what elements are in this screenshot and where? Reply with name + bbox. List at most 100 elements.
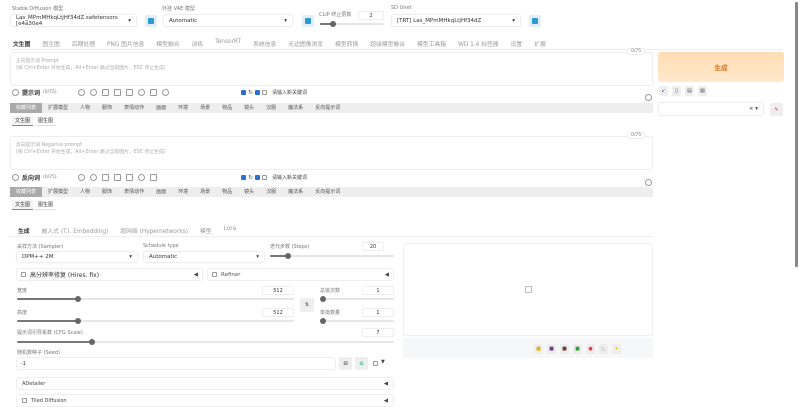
refresh-icon[interactable]: ↻: [248, 175, 253, 181]
sub-tab[interactable]: 图生图: [35, 200, 57, 210]
history-icon[interactable]: [125, 174, 133, 181]
keyword-input[interactable]: 请输入新关键词: [272, 89, 307, 96]
category-tab[interactable]: 魔法系: [282, 187, 309, 197]
checkbox[interactable]: [22, 398, 27, 403]
schedule-dropdown[interactable]: Automatic ▾: [143, 251, 265, 263]
paste-icon[interactable]: [113, 89, 121, 96]
param-tab[interactable]: 嵌入式 (T.I. Embedding): [36, 226, 115, 235]
translate-icon[interactable]: [89, 174, 97, 181]
send-to-extras-icon[interactable]: ◺: [599, 344, 608, 354]
cfg-input[interactable]: 7: [362, 328, 394, 337]
checkbox[interactable]: [254, 175, 260, 180]
extra-seed-checkbox[interactable]: [373, 361, 378, 366]
tiled-diffusion-accordion[interactable]: Tiled Diffusion ◀: [16, 394, 394, 407]
settings-icon[interactable]: [77, 174, 85, 181]
clear-icon[interactable]: × ▾: [749, 106, 758, 112]
category-tab[interactable]: 表情动作: [118, 187, 150, 197]
read-params-icon[interactable]: ▧: [698, 86, 707, 96]
clipboard-icon[interactable]: ▯: [672, 86, 681, 96]
tab-10[interactable]: 超级模型融合: [364, 39, 411, 49]
tab-14[interactable]: 扩展: [528, 39, 552, 49]
width-slider[interactable]: [17, 296, 294, 302]
category-tab[interactable]: 服饰: [96, 103, 118, 113]
tab-5[interactable]: 训练: [186, 39, 210, 49]
checkbox[interactable]: [254, 90, 260, 95]
edit-style-icon[interactable]: ✎: [770, 103, 783, 116]
random-seed-button[interactable]: ⚄: [339, 357, 352, 370]
category-tab[interactable]: 环境: [172, 187, 194, 197]
favorite-icon[interactable]: [137, 174, 145, 181]
batch-size-slider[interactable]: [320, 318, 394, 324]
category-tab[interactable]: 物品: [216, 187, 238, 197]
category-tab[interactable]: 镜头: [238, 187, 260, 197]
folder-icon[interactable]: ■: [534, 344, 543, 354]
width-input[interactable]: 512: [262, 286, 294, 295]
collapse-icon[interactable]: [12, 89, 19, 96]
category-tab[interactable]: 反向提示词: [309, 103, 346, 113]
refiner-accordion[interactable]: Refiner ◀: [207, 268, 394, 281]
trash-icon[interactable]: [149, 174, 157, 181]
hires-fix-accordion[interactable]: 高分辨率修复 (Hires. fix) ◀: [16, 268, 203, 281]
copy-icon[interactable]: [101, 89, 109, 96]
batch-size-input[interactable]: 1: [362, 308, 394, 317]
category-tab[interactable]: 画面: [150, 187, 172, 197]
keyword-input[interactable]: 请输入新关键词: [272, 174, 307, 181]
category-tab[interactable]: 场景: [194, 103, 216, 113]
trash-icon[interactable]: [149, 89, 157, 96]
batch-count-input[interactable]: 1: [362, 286, 394, 295]
batch-count-slider[interactable]: [320, 296, 394, 302]
category-tab[interactable]: 收藏列表: [10, 187, 43, 197]
vae-dropdown[interactable]: Automatic ▾: [163, 14, 293, 27]
refresh-vae-button[interactable]: [302, 15, 314, 27]
cfg-slider[interactable]: [17, 339, 394, 345]
gear-icon[interactable]: [161, 89, 169, 96]
zip-icon[interactable]: ■: [560, 344, 569, 354]
scrollbar[interactable]: [795, 2, 798, 267]
steps-input[interactable]: 20: [362, 242, 384, 251]
adetailer-accordion[interactable]: ADetailer ◀: [16, 377, 394, 390]
tab-11[interactable]: 模型工具箱: [411, 39, 452, 49]
tab-7[interactable]: 系统信息: [247, 39, 282, 49]
tab-9[interactable]: 模型转换: [329, 39, 364, 49]
hires-checkbox[interactable]: [21, 272, 26, 277]
send-to-inpaint-icon[interactable]: ●: [586, 344, 595, 354]
category-tab[interactable]: 镜头: [238, 103, 260, 113]
expand-icon[interactable]: [645, 94, 652, 101]
sub-tab[interactable]: 文生图: [12, 200, 34, 210]
refiner-checkbox[interactable]: [212, 272, 217, 277]
sd-model-dropdown[interactable]: Las_MPmMHkqLtjHf34dZ.safetensors [e4a30e…: [10, 14, 137, 27]
tab-13[interactable]: 设置: [505, 39, 529, 49]
apply-style-icon[interactable]: ↙: [659, 86, 668, 96]
trash-icon[interactable]: ▤: [685, 86, 694, 96]
history-icon[interactable]: [125, 89, 133, 96]
refresh-sd-model-button[interactable]: [145, 15, 157, 27]
reuse-seed-button[interactable]: ♻: [355, 357, 368, 370]
seed-input[interactable]: -1: [16, 357, 336, 370]
expand-icon[interactable]: [645, 179, 652, 186]
category-tab[interactable]: 表情动作: [118, 103, 150, 113]
param-tab[interactable]: 超网络 (Hypernetworks): [114, 226, 194, 235]
category-tab[interactable]: 场景: [194, 187, 216, 197]
prompt-textarea[interactable]: 正向提示词 Prompt (按 Ctrl+Enter 开始生成，Alt+Ente…: [10, 52, 653, 86]
sub-tab[interactable]: 文生图: [12, 116, 34, 126]
category-tab[interactable]: 物品: [216, 103, 238, 113]
save-icon[interactable]: ■: [547, 344, 556, 354]
send-to-img2img-icon[interactable]: ■: [573, 344, 582, 354]
styles-dropdown[interactable]: × ▾: [658, 102, 764, 116]
caret-down-icon[interactable]: ▼: [381, 359, 385, 365]
category-tab[interactable]: 魔法系: [282, 103, 309, 113]
category-tab[interactable]: 人物: [74, 103, 96, 113]
category-tab[interactable]: 收藏列表: [10, 103, 43, 113]
refresh-icon[interactable]: ↻: [248, 90, 253, 96]
clip-slider[interactable]: [320, 21, 384, 27]
generate-button[interactable]: 生成: [658, 52, 784, 82]
category-tab[interactable]: 环境: [172, 103, 194, 113]
tab-0[interactable]: 文生图: [7, 39, 36, 49]
steps-slider[interactable]: [270, 253, 394, 259]
tab-8[interactable]: 无边图像浏览: [282, 39, 329, 49]
tab-2[interactable]: 后期处理: [66, 39, 101, 49]
refresh-unet-button[interactable]: [529, 15, 541, 27]
category-tab[interactable]: 画面: [150, 103, 172, 113]
copy-icon[interactable]: [101, 174, 109, 181]
category-tab[interactable]: 人物: [74, 187, 96, 197]
